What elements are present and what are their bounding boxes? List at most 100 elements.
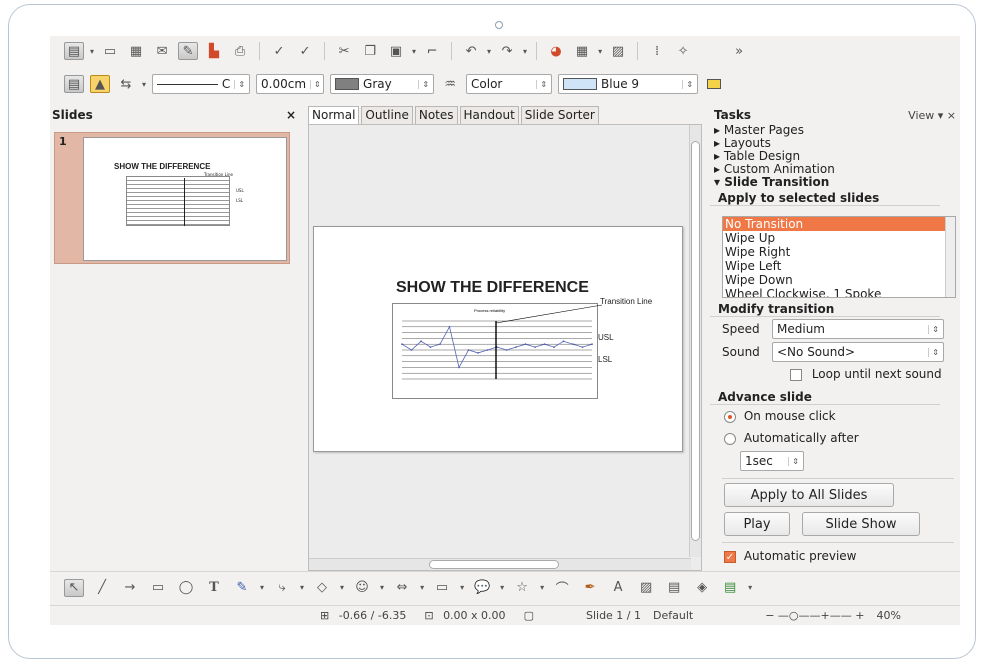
horizontal-scrollbar[interactable]: [309, 558, 691, 570]
tab-slide-sorter[interactable]: Slide Sorter: [520, 106, 599, 124]
edit-file-icon[interactable]: ✎: [178, 42, 199, 60]
section-label: Table Design: [723, 149, 801, 163]
curve-tool-icon[interactable]: ✎: [232, 579, 252, 597]
chart-point: [515, 346, 517, 348]
grid-icon[interactable]: ⁞: [647, 42, 667, 60]
glue-points-icon[interactable]: ✒: [580, 579, 600, 597]
fill-style-select[interactable]: Color ⇕: [466, 74, 553, 94]
list-scrollbar[interactable]: [945, 217, 955, 297]
dropdown-arrow-icon[interactable]: ▾: [90, 47, 94, 56]
symbol-shapes-icon[interactable]: ☺: [352, 579, 372, 597]
slide-title[interactable]: SHOW THE DIFFERENCE: [396, 279, 589, 297]
speed-value: Medium: [777, 322, 825, 336]
align-icon[interactable]: ▤: [720, 579, 740, 597]
chart-title: Process reliability: [474, 308, 505, 313]
vertical-scroll-thumb[interactable]: [691, 141, 700, 541]
fill-color-select[interactable]: Blue 9 ⇕: [558, 74, 699, 94]
line-style-icon[interactable]: ▲: [90, 75, 110, 93]
radio-on-icon[interactable]: [724, 410, 736, 423]
shadow-icon[interactable]: [704, 75, 724, 93]
print-icon[interactable]: ⎙: [230, 42, 250, 60]
fontwork-icon[interactable]: A: [608, 579, 628, 597]
list-item[interactable]: Wheel Clockwise, 1 Spoke: [723, 287, 955, 297]
cut-icon[interactable]: ✂: [334, 42, 354, 60]
slide-show-button[interactable]: Slide Show: [802, 512, 920, 536]
clone-format-icon[interactable]: ⌐: [422, 42, 442, 60]
play-button[interactable]: Play: [724, 512, 790, 536]
undo-icon[interactable]: ↶: [461, 42, 481, 60]
paste-icon[interactable]: ▣: [386, 42, 406, 60]
text-tool-icon[interactable]: T: [204, 579, 224, 597]
points-icon[interactable]: ⌒: [552, 579, 572, 597]
auto-after-radio[interactable]: Automatically after: [724, 431, 859, 445]
stars-icon[interactable]: ☆: [512, 579, 532, 597]
insert-image-icon[interactable]: ▨: [636, 579, 656, 597]
zoom-percent[interactable]: 40%: [870, 609, 906, 622]
chart-object[interactable]: Process reliability: [392, 303, 602, 403]
gallery-icon[interactable]: ▤: [664, 579, 684, 597]
chart-icon[interactable]: ◕: [546, 42, 566, 60]
speed-select[interactable]: Medium ⇕: [772, 319, 944, 339]
export-pdf-icon[interactable]: ▙: [204, 42, 224, 60]
list-item[interactable]: Wipe Right: [723, 245, 955, 259]
arrow-tool-icon[interactable]: →: [120, 579, 140, 597]
open-folder-icon[interactable]: ▭: [100, 42, 120, 60]
spellcheck-icon[interactable]: ✓: [269, 42, 289, 60]
autospellcheck-icon[interactable]: ✓: [295, 42, 315, 60]
line-color-select[interactable]: Gray ⇕: [330, 74, 435, 94]
connector-tool-icon[interactable]: ⤷: [272, 579, 292, 597]
tab-outline[interactable]: Outline: [361, 106, 413, 124]
image-icon[interactable]: ▨: [608, 42, 628, 60]
callouts-icon[interactable]: 💬: [472, 579, 492, 597]
line-width-spin[interactable]: 0.00cm ⇕: [256, 74, 325, 94]
extrusion-icon[interactable]: ◈: [692, 579, 712, 597]
basic-shapes-icon[interactable]: ◇: [312, 579, 332, 597]
select-pointer-icon[interactable]: ↖: [64, 578, 84, 597]
tab-normal[interactable]: Normal: [308, 106, 360, 124]
slide-canvas[interactable]: SHOW THE DIFFERENCE Process reliability …: [308, 124, 702, 571]
zoom-slider[interactable]: − —○——+—— +: [759, 609, 870, 622]
flowchart-icon[interactable]: ▭: [432, 579, 452, 597]
rectangle-tool-icon[interactable]: ▭: [148, 579, 168, 597]
tab-notes[interactable]: Notes: [414, 106, 458, 124]
ellipse-tool-icon[interactable]: ◯: [176, 579, 196, 597]
new-document-icon[interactable]: ▤: [64, 42, 84, 60]
slide-thumbnail[interactable]: 1 SHOW THE DIFFERENCE Transition Line US…: [54, 132, 290, 264]
list-item[interactable]: Wipe Down: [723, 273, 955, 287]
loop-checkbox[interactable]: Loop until next sound: [790, 367, 942, 381]
loop-check-icon[interactable]: [790, 368, 802, 381]
slide-thumbnail-preview: SHOW THE DIFFERENCE Transition Line USL …: [83, 137, 287, 261]
view-menu[interactable]: View ▾ ×: [908, 109, 956, 122]
table-icon[interactable]: ▦: [572, 42, 592, 60]
horizontal-scroll-thumb[interactable]: [429, 560, 559, 569]
more-options-icon[interactable]: »: [729, 42, 749, 60]
line-style-select[interactable]: C ⇕: [152, 74, 251, 94]
auto-time-spin[interactable]: 1sec ⇕: [740, 451, 804, 471]
redo-icon[interactable]: ↷: [497, 42, 517, 60]
chart-point: [581, 346, 584, 348]
list-item[interactable]: No Transition: [723, 217, 955, 231]
area-icon[interactable]: ♒: [440, 75, 460, 93]
section-slide-transition[interactable]: ▾ Slide Transition: [710, 176, 960, 189]
list-item[interactable]: Wipe Up: [723, 231, 955, 245]
block-arrows-icon[interactable]: ⇔: [392, 579, 412, 597]
arrow-style-icon[interactable]: ⇆: [116, 75, 136, 93]
slide-page[interactable]: SHOW THE DIFFERENCE Process reliability …: [313, 226, 683, 452]
sound-select[interactable]: <No Sound> ⇕: [772, 342, 944, 362]
close-slides-pane-button[interactable]: ×: [286, 108, 296, 122]
list-item[interactable]: Wipe Left: [723, 259, 955, 273]
automatic-preview-checkbox[interactable]: ✓ Automatic preview: [724, 549, 857, 563]
on-click-radio[interactable]: On mouse click: [724, 409, 836, 423]
copy-icon[interactable]: ❐: [360, 42, 380, 60]
save-icon[interactable]: ▦: [126, 42, 146, 60]
tab-handout[interactable]: Handout: [459, 106, 519, 124]
radio-off-icon[interactable]: [724, 432, 736, 445]
email-icon[interactable]: ✉: [152, 42, 172, 60]
presentation-styles-icon[interactable]: ▤: [64, 75, 84, 93]
line-tool-icon[interactable]: ╱: [92, 579, 112, 597]
helplines-icon[interactable]: ✧: [673, 42, 693, 60]
transition-list[interactable]: No Transition Wipe Up Wipe Right Wipe Le…: [722, 216, 956, 298]
apply-to-all-slides-button[interactable]: Apply to All Slides: [724, 483, 894, 507]
vertical-scrollbar[interactable]: [689, 125, 701, 557]
checkmark-icon[interactable]: ✓: [724, 550, 736, 563]
